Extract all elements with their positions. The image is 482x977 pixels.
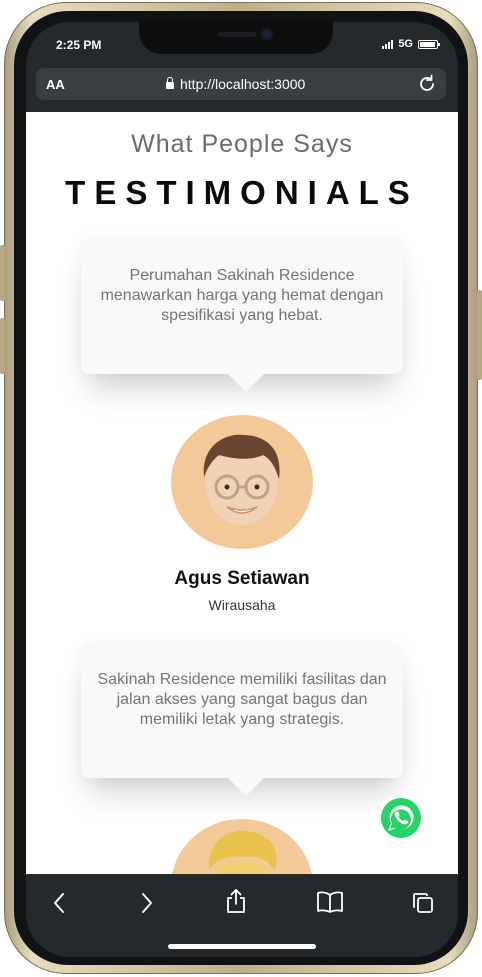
section-title: TESTIMONIALS (65, 174, 419, 211)
notch (139, 22, 333, 54)
testimonial-card: Sakinah Residence memiliki fasilitas dan… (81, 644, 403, 796)
testimonial-quote: Sakinah Residence memiliki fasilitas dan… (97, 671, 387, 728)
browser-toolbar: AA http://localhost:3000 (26, 64, 458, 112)
testimonial-quote: Perumahan Sakinah Residence menawarkan h… (100, 267, 384, 324)
testimonial-card: Perumahan Sakinah Residence menawarkan h… (81, 240, 403, 392)
status-indicators: 5G (382, 38, 440, 50)
memoji-avatar-icon (203, 434, 280, 525)
status-time: 2:25 PM (56, 38, 102, 52)
side-button (477, 290, 482, 380)
screen: 2:25 PM 5G AA http://localhost:3000 What… (26, 22, 458, 957)
status-bar: 2:25 PM 5G (26, 22, 458, 70)
front-camera (262, 29, 272, 39)
bookmarks-icon[interactable] (316, 890, 344, 914)
browser-bottom-toolbar (26, 874, 458, 957)
battery-icon (418, 39, 440, 49)
whatsapp-icon[interactable] (377, 794, 425, 842)
speaker (217, 32, 257, 37)
testimonial-name: Agus Setiawan (174, 568, 310, 589)
lock-icon (166, 77, 174, 89)
memoji-avatar-icon (208, 830, 277, 874)
reload-icon[interactable] (416, 73, 438, 95)
side-button (0, 245, 5, 301)
testimonial-role: Wirausaha (208, 597, 276, 613)
network-label: 5G (398, 38, 413, 50)
forward-icon[interactable] (136, 890, 158, 916)
tabs-icon[interactable] (410, 890, 436, 916)
text-size-button[interactable]: AA (46, 77, 65, 92)
page-content: What People Says TESTIMONIALS Perumahan … (26, 112, 458, 874)
side-button (0, 318, 5, 374)
avatar (171, 819, 313, 874)
home-indicator[interactable] (168, 944, 316, 949)
signal-icon (382, 39, 394, 49)
section-subtitle: What People Says (131, 130, 353, 158)
url-display[interactable]: http://localhost:3000 (166, 76, 305, 92)
share-icon[interactable] (224, 887, 248, 915)
avatar (171, 415, 313, 549)
url-text: http://localhost:3000 (180, 76, 306, 92)
address-bar[interactable]: AA http://localhost:3000 (36, 68, 446, 100)
back-icon[interactable] (48, 890, 70, 916)
